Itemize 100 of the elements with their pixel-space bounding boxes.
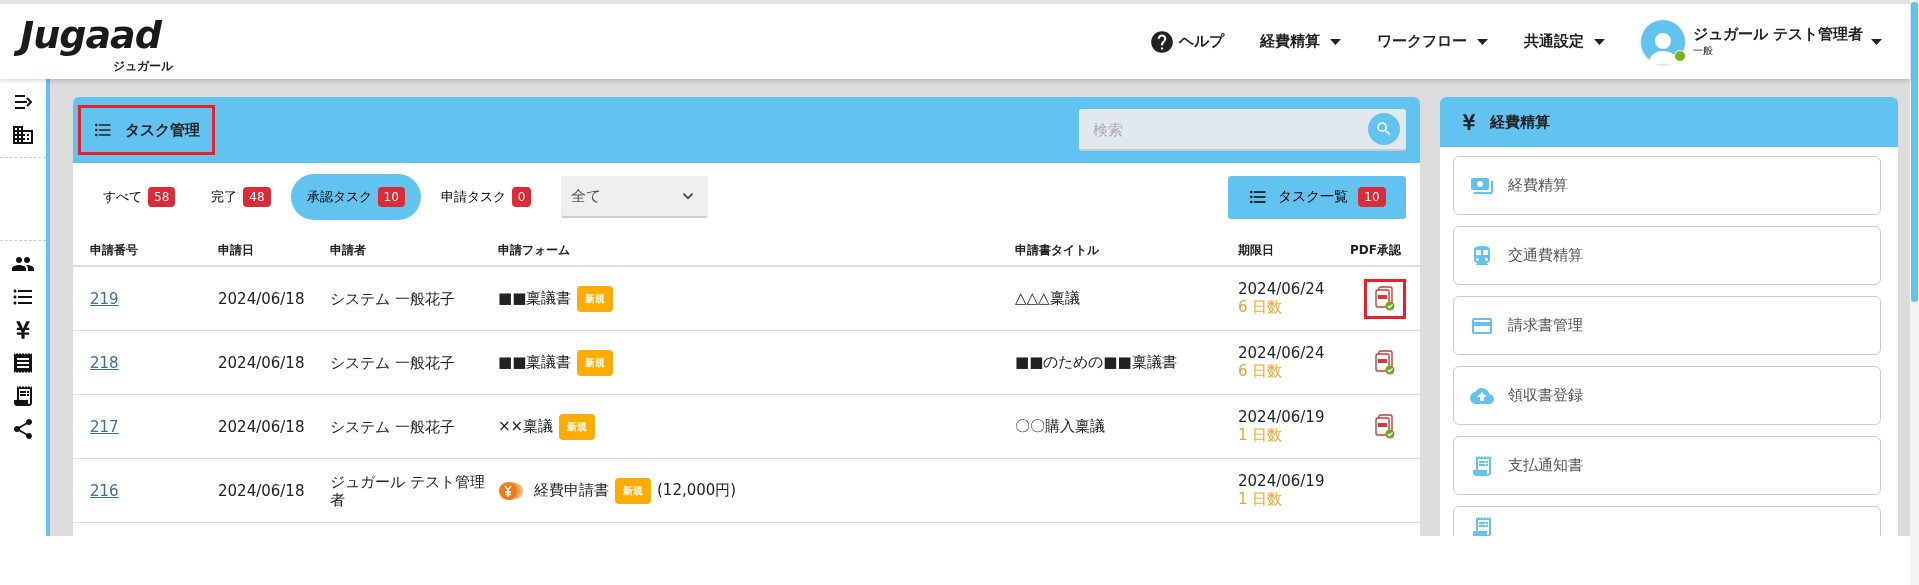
- menu-card[interactable]: 領収書登録: [1453, 366, 1881, 425]
- new-badge: 新規: [615, 477, 651, 504]
- table-cell-text: 〇〇購入稟議: [1015, 417, 1106, 436]
- menu-label: 請求書管理: [1508, 316, 1583, 335]
- nav-menu[interactable]: ワークフロー: [1376, 32, 1488, 51]
- filter-tab[interactable]: 承認タスク 10: [290, 174, 421, 220]
- pdf-icon: [1373, 413, 1397, 440]
- column-header: 申請者: [330, 241, 367, 259]
- count-badge: 58: [148, 187, 176, 207]
- share-icon[interactable]: [11, 416, 35, 441]
- nav-label: 経費精算: [1259, 32, 1320, 51]
- menu-label: 支払通知書: [1508, 456, 1583, 475]
- user-role: 一般: [1692, 44, 1714, 58]
- caret-icon: [1476, 38, 1488, 45]
- column-header: PDF承認: [1350, 241, 1402, 259]
- table-cell-text: ジュガール テスト管理者: [330, 472, 486, 509]
- button-label: タスク一覧: [1278, 188, 1349, 206]
- logo-subtitle: ジュガール: [112, 58, 173, 73]
- table-cell-text: システム 一般花子: [330, 417, 456, 436]
- table-cell-text: システム 一般花子: [330, 353, 456, 372]
- menu-label: 交通費精算: [1508, 246, 1583, 265]
- search-icon: [1375, 120, 1393, 138]
- menu-card[interactable]: 経費精算: [1453, 156, 1881, 215]
- search-field[interactable]: 検索: [1079, 109, 1406, 151]
- nav-menu[interactable]: 経費精算: [1259, 32, 1341, 51]
- request-link[interactable]: 218: [90, 353, 119, 372]
- tab-label: 完了: [211, 188, 238, 206]
- filter-tab[interactable]: 完了 48: [195, 174, 287, 220]
- search-input[interactable]: 検索: [1091, 119, 1368, 139]
- menu-card[interactable]: 交通費精算: [1453, 226, 1881, 285]
- pdf-icon: [1373, 285, 1397, 312]
- days-remaining: 1 日数: [1238, 426, 1284, 445]
- due-date: 2024/06/24: [1238, 280, 1326, 298]
- nav-menu[interactable]: 共通設定: [1523, 32, 1605, 51]
- tab-label: 承認タスク: [306, 188, 372, 206]
- help-icon: [1148, 28, 1175, 55]
- form-name: ■■稟議書: [498, 353, 572, 372]
- days-remaining: 1 日数: [1238, 490, 1284, 509]
- table-cell-text: ■■のための■■稟議書: [1015, 353, 1178, 372]
- days-remaining: 6 日数: [1238, 298, 1284, 317]
- form-name: ■■稟議書: [498, 289, 572, 308]
- due-date: 2024/06/24: [1238, 344, 1326, 362]
- filter-tab[interactable]: 申請タスク 0: [424, 174, 548, 220]
- form-name: 経費申請書: [534, 481, 609, 500]
- column-header: 期限日: [1238, 241, 1275, 259]
- due-date: 2024/06/19: [1238, 408, 1326, 426]
- menu-card[interactable]: 支払通知書: [1453, 436, 1881, 495]
- status-dropdown[interactable]: 全て: [561, 176, 709, 218]
- count-badge: 10: [1358, 187, 1386, 207]
- filter-tab[interactable]: すべて 58: [87, 174, 192, 220]
- nav-label: 共通設定: [1523, 32, 1584, 51]
- pdf-icon: [1373, 349, 1397, 376]
- task-list-button[interactable]: タスク一覧 10: [1228, 175, 1406, 219]
- column-header: 申請書タイトル: [1015, 241, 1100, 259]
- form-name: ××稟議: [498, 417, 554, 436]
- count-badge: 48: [243, 187, 271, 207]
- nav-label: ワークフロー: [1376, 32, 1467, 51]
- nav-menu[interactable]: ヘルプ: [1148, 28, 1224, 55]
- pdf-approve-button[interactable]: [1364, 278, 1406, 319]
- logo: Jugaad: [14, 10, 173, 59]
- caret-icon: [1329, 38, 1341, 45]
- menu-label: 領収書登録: [1508, 386, 1583, 405]
- tab-label: 申請タスク: [440, 188, 506, 206]
- column-header: 申請フォーム: [498, 241, 571, 259]
- new-badge: 新規: [559, 413, 596, 440]
- table-cell-text: システム 一般花子: [330, 289, 456, 308]
- due-date: 2024/06/19: [1238, 472, 1326, 490]
- menu-label: 経費精算: [1508, 176, 1568, 195]
- panel-title: タスク管理: [78, 105, 215, 155]
- column-header: 申請番号: [90, 241, 139, 259]
- request-link[interactable]: 219: [90, 289, 119, 308]
- user-name[interactable]: ジュガール テスト管理者: [1692, 25, 1863, 44]
- request-link[interactable]: 217: [90, 417, 119, 436]
- panel-title: 経費精算: [1445, 97, 1565, 147]
- table-cell-text: 2024/06/18: [218, 417, 306, 436]
- days-remaining: 6 日数: [1238, 362, 1284, 381]
- tab-label: すべて: [103, 188, 142, 206]
- yen-icon[interactable]: [13, 319, 33, 340]
- amount-text: (12,000円): [657, 481, 737, 500]
- yen-icon: [1460, 113, 1478, 131]
- new-badge: 新規: [577, 349, 614, 376]
- document-icon: [1470, 515, 1494, 536]
- request-link[interactable]: 216: [90, 481, 119, 500]
- caret-icon[interactable]: [1871, 38, 1882, 45]
- table-cell-text: △△△稟議: [1015, 289, 1081, 308]
- count-badge: 10: [377, 187, 405, 207]
- coins-icon: [498, 479, 524, 502]
- document-icon: [1470, 453, 1494, 478]
- table-cell-text: 2024/06/18: [218, 481, 306, 500]
- table-cell-text: 2024/06/18: [218, 353, 306, 372]
- column-header: 申請日: [218, 241, 255, 259]
- document-icon[interactable]: [11, 383, 35, 408]
- scrollbar[interactable]: [1910, 0, 1919, 585]
- new-badge: 新規: [577, 285, 614, 312]
- nav-label: ヘルプ: [1178, 32, 1224, 51]
- table-cell-text: 2024/06/18: [218, 289, 306, 308]
- menu-card[interactable]: 請求書管理: [1453, 296, 1881, 355]
- receipt-icon[interactable]: [11, 350, 35, 375]
- count-badge: 0: [511, 187, 532, 207]
- caret-icon: [1593, 38, 1605, 45]
